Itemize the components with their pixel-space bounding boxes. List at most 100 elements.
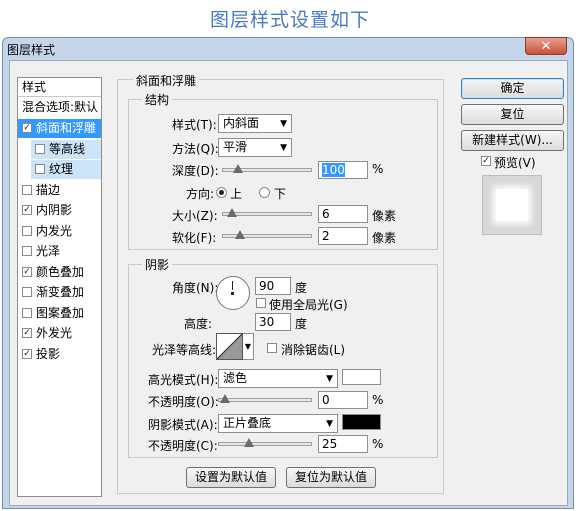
highlight-color-swatch[interactable] — [342, 369, 381, 385]
shading-title: 阴影 — [142, 256, 173, 273]
chevron-down-icon: ▼ — [280, 119, 287, 129]
style-item-checkbox[interactable] — [22, 307, 32, 318]
highlight-opacity-input[interactable]: 0 — [318, 391, 368, 409]
chevron-down-icon: ▼ — [244, 342, 252, 351]
style-item[interactable]: 内发光 — [18, 222, 101, 241]
style-item-checkbox[interactable] — [35, 164, 45, 174]
style-item-checkbox[interactable] — [22, 184, 32, 195]
shadow-mode-dropdown[interactable]: 正片叠底 ▼ — [218, 414, 338, 433]
direction-label: 方向: — [186, 187, 215, 201]
shadow-opacity-input[interactable]: 25 — [318, 435, 368, 453]
style-item-label: 投影 — [36, 346, 61, 361]
page-banner-title: 图层样式设置如下 — [209, 9, 370, 31]
highlight-opacity-thumb[interactable] — [220, 394, 230, 403]
method-dropdown[interactable]: 平滑 ▼ — [218, 138, 292, 157]
soften-unit: 像素 — [372, 231, 397, 245]
shadow-opacity-label: 不透明度(C): — [148, 439, 218, 453]
soften-input[interactable]: 2 — [318, 227, 368, 245]
shadow-opacity-thumb[interactable] — [243, 438, 254, 447]
reset-default-button[interactable]: 复位为默认值 — [286, 467, 376, 488]
altitude-input[interactable]: 30 — [255, 313, 291, 331]
angle-unit: 度 — [295, 281, 308, 295]
style-item-checkbox[interactable]: ✓ — [22, 123, 32, 133]
global-light-checkbox[interactable] — [256, 298, 266, 308]
style-item-checkbox[interactable]: ✓ — [22, 328, 32, 338]
style-label: 样式(T): — [172, 118, 217, 132]
highlight-mode-dropdown[interactable]: 滤色 ▼ — [218, 369, 338, 388]
reset-button[interactable]: 复位 — [461, 104, 564, 125]
highlight-opacity-slider[interactable] — [218, 398, 312, 402]
size-input[interactable]: 6 — [318, 205, 368, 223]
style-item-label: 光泽 — [36, 244, 61, 258]
gloss-contour-preview[interactable] — [216, 333, 243, 360]
style-list-header: 样式 — [18, 78, 101, 97]
style-item[interactable]: 纹理 — [31, 160, 101, 179]
chevron-down-icon: ▼ — [326, 374, 333, 384]
new-style-button[interactable]: 新建样式(W)... — [461, 130, 564, 151]
style-item-label: 描边 — [36, 182, 61, 197]
angle-input[interactable]: 90 — [255, 277, 291, 295]
style-item-label: 内阴影 — [36, 203, 73, 217]
style-item-label: 斜面和浮雕 — [36, 121, 97, 135]
shadow-opacity-unit: % — [372, 437, 384, 451]
close-button[interactable]: ✕ — [525, 37, 567, 55]
blending-options-item[interactable]: 混合选项:默认 — [18, 98, 101, 117]
size-label: 大小(Z): — [172, 209, 218, 223]
style-item-label: 图案叠加 — [36, 305, 85, 320]
style-item-checkbox[interactable] — [22, 225, 32, 236]
direction-up-label: 上 — [230, 187, 243, 201]
style-item[interactable]: ✓ 外发光 — [18, 324, 101, 343]
highlight-mode-label: 高光模式(H): — [148, 373, 219, 387]
angle-dial[interactable] — [216, 276, 250, 310]
style-item-checkbox[interactable]: ✓ — [22, 205, 32, 215]
altitude-label: 高度: — [184, 317, 213, 331]
gloss-contour-dropdown[interactable]: ▼ — [243, 333, 254, 360]
preview-thumbnail — [482, 175, 542, 235]
shadow-opacity-slider[interactable] — [218, 442, 312, 446]
style-item-label: 等高线 — [49, 141, 86, 156]
style-item[interactable]: 描边 — [18, 181, 101, 200]
direction-down-label: 下 — [274, 187, 287, 201]
altitude-unit: 度 — [295, 317, 308, 331]
style-item[interactable]: 图案叠加 — [18, 304, 101, 323]
style-item-checkbox[interactable]: ✓ — [22, 266, 32, 277]
style-item[interactable]: 等高线 — [31, 139, 101, 159]
method-label: 方法(Q): — [172, 142, 219, 156]
style-item[interactable]: 渐变叠加 — [18, 283, 101, 302]
soften-slider-thumb[interactable] — [234, 230, 245, 239]
direction-up-radio[interactable] — [216, 187, 227, 198]
style-item[interactable]: 光泽 — [18, 242, 101, 261]
style-item[interactable]: ✓ 投影 — [18, 345, 101, 364]
angle-center — [231, 292, 234, 295]
chevron-down-icon: ▼ — [280, 143, 287, 153]
preview-checkbox[interactable]: ✓ — [481, 156, 491, 166]
make-default-button[interactable]: 设置为默认值 — [186, 467, 276, 488]
style-item[interactable]: ✓ 斜面和浮雕 — [18, 119, 101, 138]
style-item-checkbox[interactable] — [22, 287, 32, 297]
bevel-emboss-title: 斜面和浮雕 — [133, 72, 200, 89]
angle-label: 角度(N): — [172, 281, 219, 295]
dialog-title: 图层样式 — [7, 43, 56, 57]
depth-unit: % — [372, 162, 384, 176]
direction-down-radio[interactable] — [259, 187, 270, 198]
structure-title: 结构 — [142, 91, 173, 108]
style-item[interactable]: ✓ 颜色叠加 — [18, 263, 101, 282]
style-item[interactable]: ✓ 内阴影 — [18, 201, 101, 220]
style-item-checkbox[interactable]: ✓ — [22, 348, 32, 359]
style-item-checkbox[interactable] — [22, 246, 32, 256]
style-dropdown[interactable]: 内斜面 ▼ — [218, 114, 292, 133]
angle-needle — [232, 281, 233, 290]
preview-swatch — [496, 189, 528, 221]
anti-aliased-checkbox[interactable] — [267, 343, 277, 353]
ok-button[interactable]: 确定 — [461, 78, 564, 99]
preview-label: 预览(V) — [494, 156, 536, 170]
close-icon: ✕ — [540, 39, 552, 54]
shadow-color-swatch[interactable] — [342, 414, 381, 430]
depth-slider-thumb[interactable] — [233, 164, 243, 173]
style-item-checkbox[interactable] — [35, 143, 45, 154]
highlight-opacity-label: 不透明度(O): — [148, 395, 219, 409]
depth-input[interactable]: 100 — [318, 161, 368, 179]
chevron-down-icon: ▼ — [326, 419, 333, 429]
size-slider-thumb[interactable] — [226, 208, 237, 217]
shadow-mode-label: 阴影模式(A): — [148, 418, 218, 432]
